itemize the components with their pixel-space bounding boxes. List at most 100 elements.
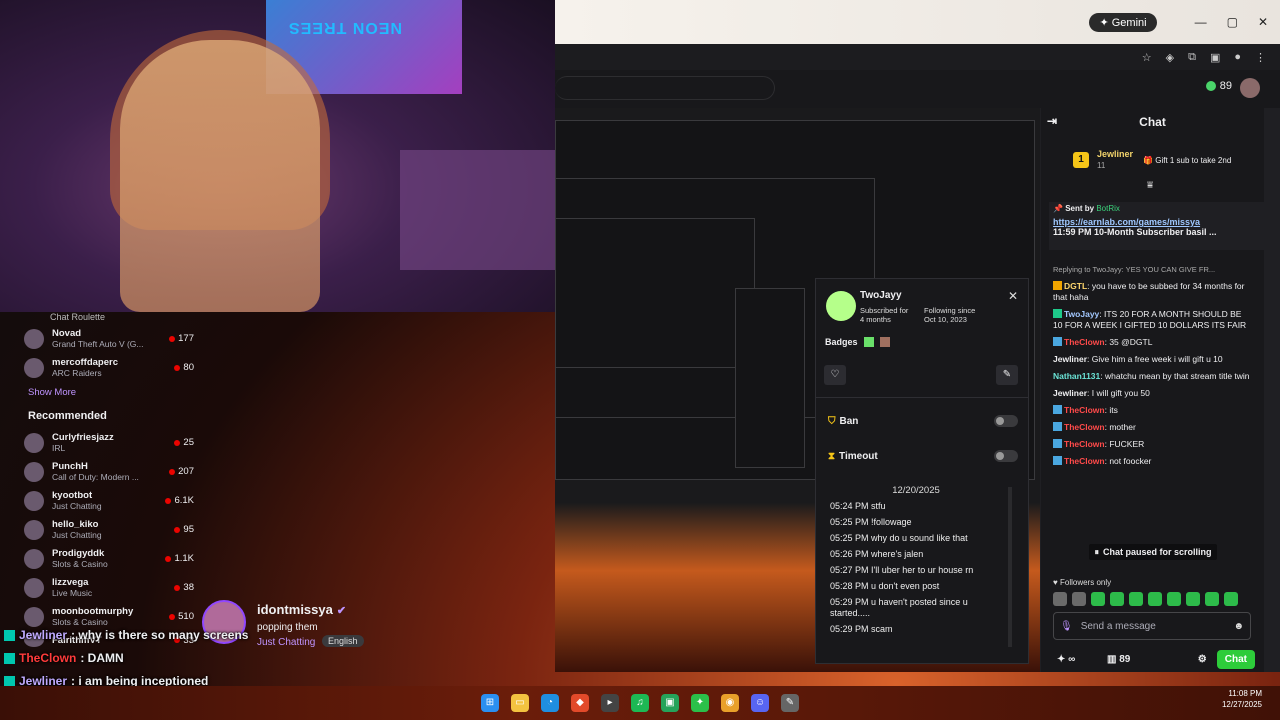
chat-input[interactable]: 🎙 Send a message ☻ [1053,612,1251,640]
chat-username[interactable]: TheClown [1064,422,1105,432]
emote[interactable] [1148,592,1162,606]
chat-username[interactable]: TheClown [1064,405,1105,415]
minimize-icon[interactable]: — [1195,15,1207,29]
reply-text: Replying to TwoJayy: YES YOU CAN GIVE FR… [1053,265,1216,274]
emote[interactable] [1110,592,1124,606]
chat-text: : its [1104,405,1118,415]
maximize-icon[interactable]: ▢ [1227,15,1238,29]
file-explorer-icon[interactable]: ▭ [511,694,529,712]
sidebar-item-lizzvega[interactable]: lizzvega Live Music 38 [18,573,194,602]
emote[interactable] [1224,592,1238,606]
emote-picker-icon[interactable]: ☻ [1233,621,1244,632]
bookmark-star-icon[interactable]: ☆ [1142,51,1152,64]
tab-search-icon[interactable]: ▣ [1210,51,1220,64]
show-more-link[interactable]: Show More [18,382,194,404]
puzzle-icon[interactable]: ⧉ [1188,51,1196,64]
chat-message: TheClown: not foocker [1053,456,1253,467]
bits-button[interactable]: ✦ ∞ [1057,654,1097,665]
gift-leaderboard[interactable]: 1 Jewliner 11 🎁 Gift 1 sub to take 2nd [1041,144,1264,176]
emote[interactable] [1091,592,1105,606]
webcam-overlay: NEON TREES [0,0,555,312]
sidebar-item-novad[interactable]: Novad Grand Theft Auto V (G... 177 [18,324,194,353]
chat-username[interactable]: Jewliner [1053,354,1087,364]
pinned-link[interactable]: https://earnlab.com/games/missya [1053,217,1260,227]
taskbar: ⊞ ▭ ◔ ◆ ▸ ♫ ▣ ✦ ◉ ☺ ✎ [0,686,1280,720]
close-icon[interactable]: ✕ [1008,289,1018,303]
extension-icon[interactable]: ◈ [1166,51,1174,64]
chat-username[interactable]: TheClown [1064,439,1105,449]
viewer-count: 6.1K [174,495,194,506]
gemini-button[interactable]: ✦ Gemini [1089,12,1157,32]
channel-points[interactable]: 89 [1205,80,1232,92]
app-icon[interactable]: ▣ [661,694,679,712]
chat-username[interactable]: DGTL [1064,281,1087,291]
live-icon [174,439,181,446]
live-icon [169,613,176,620]
overlay-username: Jewliner [19,628,68,642]
gear-icon[interactable]: ⚙ [1198,654,1207,665]
channel-game: Grand Theft Auto V (G... [52,338,144,349]
profile-icon[interactable]: ● [1234,51,1241,63]
sidebar-item-hello-kiko[interactable]: hello_kiko Just Chatting 95 [18,515,194,544]
start-icon[interactable]: ⊞ [481,694,499,712]
message-history: 05:24 PM stfu 05:25 PM !followage 05:25 … [830,501,1006,640]
chat-username[interactable]: TwoJayy [1064,309,1099,319]
avatar [24,432,44,453]
menu-kebab-icon[interactable]: ⋮ [1255,51,1266,64]
sidebar-item-curlyfriesjazz[interactable]: Curlyfriesjazz IRL 25 [18,428,194,457]
emote[interactable] [1186,592,1200,606]
timeout-switch[interactable] [994,450,1018,462]
filter-icon[interactable]: ⩸ [1147,180,1153,191]
pinned-message[interactable]: 📌 Sent by BotRix https://earnlab.com/gam… [1049,202,1264,250]
timeout-toggle[interactable]: ⧗ Timeout [828,450,1018,462]
sidebar-item-prodigyddk[interactable]: Prodigyddk Slots & Casino 1.1K [18,544,194,573]
scrollbar[interactable] [1008,487,1012,647]
chat-message: DGTL: you have to be subbed for 34 month… [1053,281,1253,303]
chat-username[interactable]: Nathan1131 [1053,371,1100,381]
pin-icon[interactable]: ✎ [996,365,1018,385]
terminal-icon[interactable]: ▸ [601,694,619,712]
hourglass-icon: ⧗ [828,450,836,462]
channel-game: IRL [52,442,66,453]
followers-only-notice: ♥ Followers only [1053,578,1112,587]
chat-username[interactable]: Jewliner [1053,388,1087,398]
user-name[interactable]: TwoJayy [860,290,902,301]
heart-icon[interactable]: ♡ [824,365,846,385]
emote[interactable] [1072,592,1086,606]
close-icon[interactable]: ✕ [1258,15,1268,29]
emote[interactable] [1205,592,1219,606]
emote[interactable] [1053,592,1067,606]
ban-switch[interactable] [994,415,1018,427]
emote[interactable] [1167,592,1181,606]
system-clock[interactable]: 11:08 PM 12/27/2025 [1222,688,1262,710]
chat-footer: ✦ ∞ ▥ 89 ⚙ Chat [1057,650,1255,669]
list-item: 05:26 PM where's jalen [830,549,924,559]
emote[interactable] [1129,592,1143,606]
ban-toggle[interactable]: ⛉ Ban [828,415,1018,427]
pinned-author[interactable]: BotRix [1096,204,1120,213]
chat-paused-banner[interactable]: ⏸ Chat paused for scrolling [1089,544,1217,560]
channel-points-button[interactable]: ▥ 89 [1107,654,1130,665]
chat-username[interactable]: TheClown [1064,337,1105,347]
discord-icon[interactable]: ☺ [751,694,769,712]
app-icon[interactable]: ✎ [781,694,799,712]
sidebar-item-mercoffdaperc[interactable]: mercoffdaperc ARC Raiders 80 [18,353,194,382]
channel-name[interactable]: idontmissya [257,602,333,617]
avatar[interactable] [1240,78,1260,98]
language-tag[interactable]: English [322,635,364,647]
sidebar-item-kyootbot[interactable]: kyootbot Just Chatting 6.1K [18,486,194,515]
chat-username[interactable]: TheClown [1064,456,1105,466]
microphone-icon[interactable]: 🎙 [1060,621,1073,632]
chrome-icon[interactable]: ◉ [721,694,739,712]
search-input[interactable] [555,76,775,100]
bits-value: ∞ [1068,654,1076,665]
collapse-icon[interactable]: ⇥ [1047,114,1057,128]
brave-icon[interactable]: ◆ [571,694,589,712]
chat-send-button[interactable]: Chat [1216,650,1255,669]
chat-text: : I will gift you 50 [1087,388,1150,398]
spotify-icon[interactable]: ♫ [631,694,649,712]
avatar [24,461,44,482]
app-icon[interactable]: ✦ [691,694,709,712]
edge-icon[interactable]: ◔ [541,694,559,712]
sidebar-item-punchh[interactable]: PunchH Call of Duty: Modern ... 207 [18,457,194,486]
